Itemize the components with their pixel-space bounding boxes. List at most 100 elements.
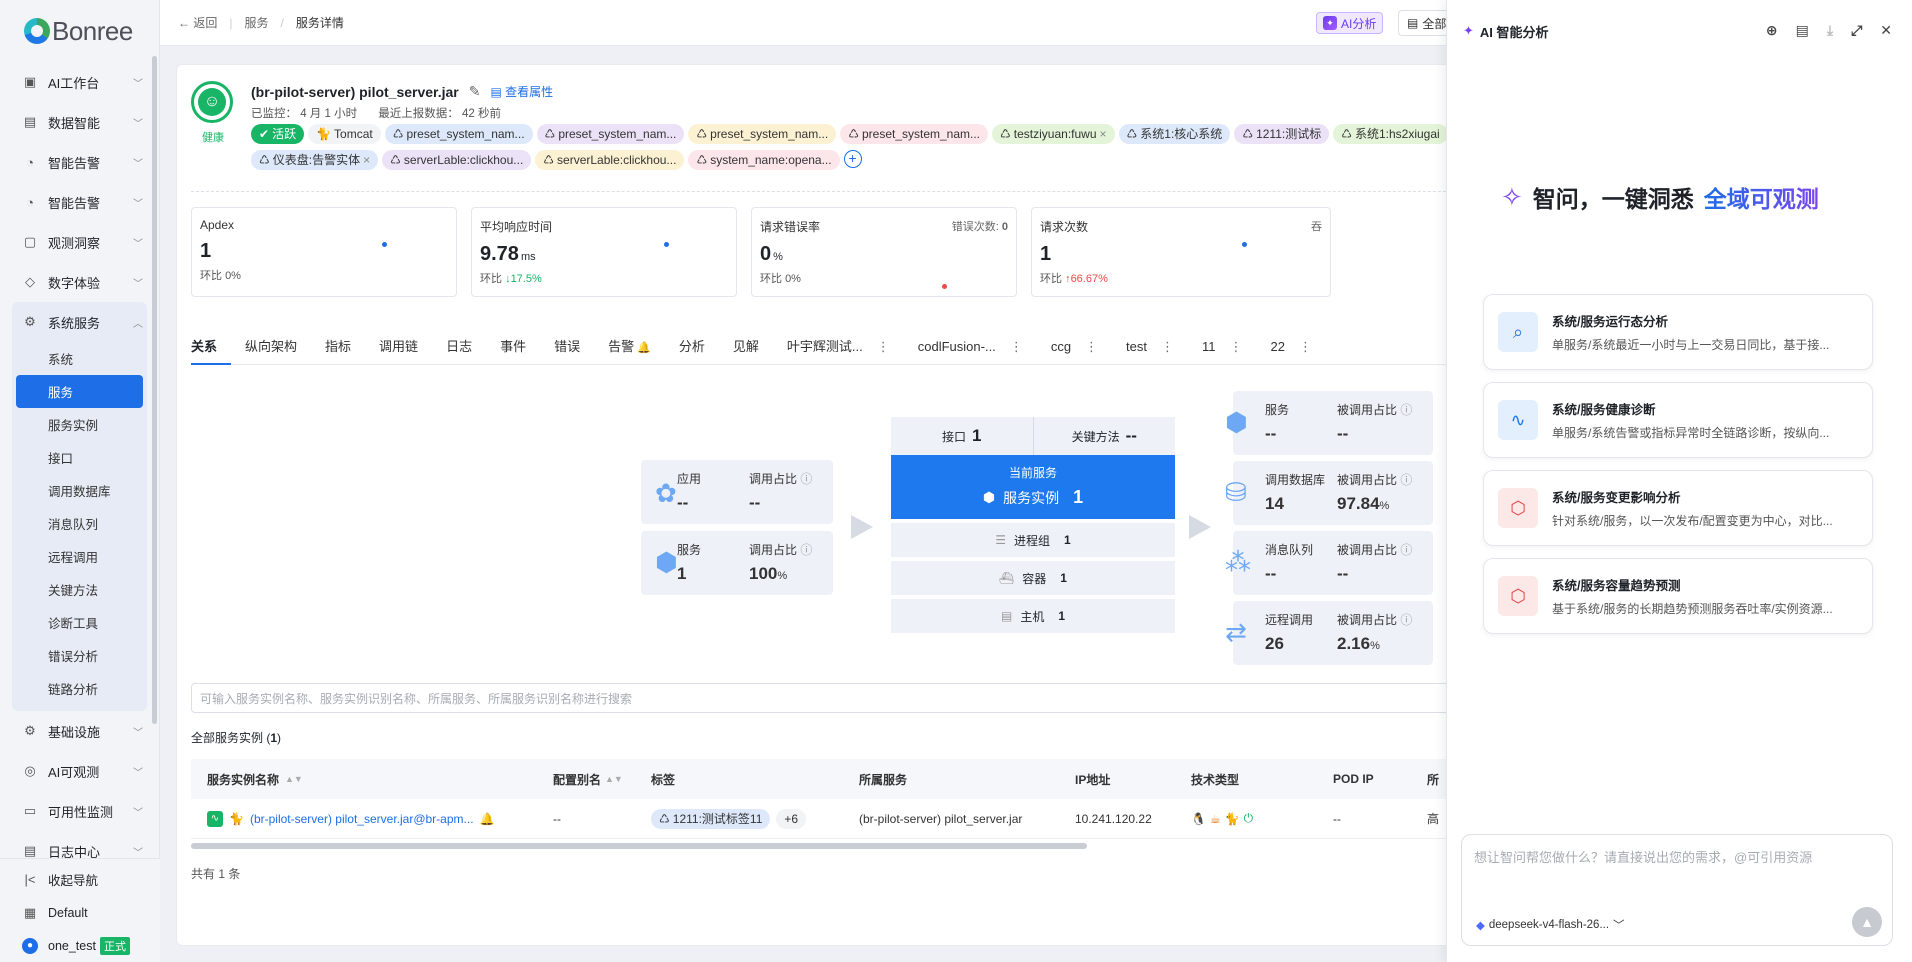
add-tag-button[interactable]: + bbox=[843, 150, 862, 168]
tab-7[interactable]: 告警 🔔 bbox=[594, 329, 665, 365]
table-horizontal-scrollbar[interactable] bbox=[191, 843, 1087, 849]
ai-analysis-button[interactable]: ✦ AI分析 bbox=[1316, 12, 1384, 34]
sub-item-interface[interactable]: 接口 bbox=[12, 441, 147, 474]
collapse-nav-button[interactable]: |< 收起导航 bbox=[0, 863, 160, 896]
service-tag[interactable]: ♺ 仪表盘:告警实体 × bbox=[251, 150, 379, 170]
skill-card-capacity[interactable]: ⬡ 系统/服务容量趋势预测 基于系统/服务的长期趋势预测服务吞吐率/实例资源... bbox=[1483, 558, 1873, 634]
tab-10[interactable]: 叶宇辉测试... ⋮ bbox=[773, 329, 904, 365]
new-chat-icon[interactable]: ⊕ bbox=[1766, 22, 1778, 39]
service-tag[interactable]: ✔ 活跃 bbox=[251, 124, 305, 144]
key-method-count[interactable]: 关键方法 -- bbox=[1032, 417, 1176, 455]
download-icon[interactable]: ⤓ bbox=[1827, 22, 1833, 39]
more-icon[interactable]: ⋮ bbox=[1230, 339, 1243, 354]
expand-icon[interactable]: ⤢ bbox=[1851, 22, 1862, 39]
breadcrumb-service[interactable]: 服务 bbox=[244, 14, 268, 31]
close-icon[interactable]: × bbox=[363, 150, 370, 170]
service-tag[interactable]: ♺ preset_system_nam... bbox=[536, 124, 685, 144]
kpi-request-count[interactable]: 请求次数 吞 1 环比 ↑66.67% bbox=[1031, 207, 1331, 297]
container-row[interactable]: ⛴ 容器 1 bbox=[891, 561, 1175, 595]
nav-item-ai-observe[interactable]: ◎ AI可观测 ﹀ bbox=[0, 751, 159, 791]
tab-2[interactable]: 指标 bbox=[311, 329, 365, 365]
nav-item-smart-alert[interactable]: ◔ 智能告警 ﹀ bbox=[0, 142, 159, 182]
table-row[interactable]: ∿ 🐈 (br-pilot-server) pilot_server.jar@br-… bbox=[191, 799, 1481, 839]
tag-more[interactable]: +6 bbox=[776, 808, 807, 829]
sub-item-trace[interactable]: 链路分析 bbox=[12, 672, 147, 705]
more-icon[interactable]: ⋮ bbox=[877, 339, 890, 354]
tab-8[interactable]: 分析 bbox=[665, 329, 719, 365]
sub-item-method[interactable]: 关键方法 bbox=[12, 573, 147, 606]
host-row[interactable]: ▤ 主机 1 bbox=[891, 599, 1175, 633]
more-icon[interactable]: ⋮ bbox=[1085, 339, 1098, 354]
nav-item-infra[interactable]: ⚙ 基础设施 ﹀ bbox=[0, 711, 159, 751]
service-tag[interactable]: ♺ serverLable:clickhou... bbox=[382, 150, 532, 170]
close-icon[interactable]: × bbox=[1100, 124, 1107, 144]
chat-input[interactable]: 想让智问帮您做什么？请直接说出您的需求，@可引用资源 ◆ deepseek-v4-… bbox=[1461, 834, 1893, 946]
sub-item-system[interactable]: 系统 bbox=[12, 342, 147, 375]
info-icon[interactable]: ⓘ bbox=[800, 543, 812, 557]
instance-link[interactable]: (br-pilot-server) pilot_server.jar@br-ap… bbox=[250, 812, 474, 826]
sidebar-scrollbar[interactable] bbox=[152, 56, 157, 724]
kpi-avg-response[interactable]: 平均响应时间 9.78 ms 环比 ↓17.5% bbox=[471, 207, 737, 297]
skill-card-health[interactable]: ∿ 系统/服务健康诊断 单服务/系统告警或指标异常时全链路诊断，按纵向... bbox=[1483, 382, 1873, 458]
service-tag[interactable]: ♺ preset_system_nam... bbox=[688, 124, 837, 144]
sub-item-diag[interactable]: 诊断工具 bbox=[12, 606, 147, 639]
service-tag[interactable]: ♺ 系统1:核心系统 bbox=[1118, 124, 1231, 144]
instance-search-input[interactable]: 可输入服务实例名称、服务实例识别名称、所属服务、所属服务识别名称进行搜索 bbox=[191, 683, 1481, 713]
tab-1[interactable]: 纵向架构 bbox=[231, 329, 311, 365]
nav-item-availability[interactable]: ▭ 可用性监测 ﹀ bbox=[0, 791, 159, 831]
service-tag[interactable]: ♺ serverLable:clickhou... bbox=[535, 150, 685, 170]
tab-5[interactable]: 事件 bbox=[486, 329, 540, 365]
service-tag[interactable]: ♺ 系统1:hs2xiugai bbox=[1333, 124, 1448, 144]
col-alias[interactable]: 配置别名 ▲▼ bbox=[553, 771, 651, 788]
current-service-box[interactable]: 当前服务 ⬢ 服务实例 1 bbox=[891, 455, 1175, 519]
sort-icon[interactable]: ▲▼ bbox=[605, 774, 623, 784]
kpi-error-rate[interactable]: 请求错误率 错误次数: 0 0% 环比 0% bbox=[751, 207, 1017, 297]
topo-database[interactable]: ⛁ 调用数据库 14 被调用占比 ⓘ 97.84% bbox=[1225, 461, 1433, 525]
kpi-apdex[interactable]: Apdex 1 环比 0% bbox=[191, 207, 457, 297]
topo-remote[interactable]: ⇄ 远程调用 26 被调用占比 ⓘ 2.16% bbox=[1225, 601, 1433, 665]
tab-6[interactable]: 错误 bbox=[540, 329, 594, 365]
topo-mq[interactable]: ⁂ 消息队列 -- 被调用占比 ⓘ -- bbox=[1225, 531, 1433, 595]
tab-9[interactable]: 见解 bbox=[719, 329, 773, 365]
service-tag[interactable]: ♺ system_name:opena... bbox=[688, 150, 840, 170]
workspace-switch[interactable]: ▦ Default bbox=[0, 896, 160, 929]
tab-11[interactable]: codlFusion-... ⋮ bbox=[904, 329, 1037, 365]
back-link[interactable]: ← 返回 bbox=[178, 14, 217, 31]
info-icon[interactable]: ⓘ bbox=[1400, 543, 1412, 557]
tab-4[interactable]: 日志 bbox=[432, 329, 486, 365]
nav-item-ai-workbench[interactable]: ▣ AI工作台 ﹀ bbox=[0, 62, 159, 102]
service-tag[interactable]: ♺ testziyuan:fuwu × bbox=[992, 124, 1115, 144]
history-icon[interactable]: ▤ bbox=[1796, 22, 1809, 39]
sub-item-instance[interactable]: 服务实例 bbox=[12, 408, 147, 441]
row-tag[interactable]: ♺ 1211:测试标签11 bbox=[651, 808, 771, 829]
nav-item-digital-exp[interactable]: ◇ 数字体验 ﹀ bbox=[0, 262, 159, 302]
user-menu[interactable]: ● one_test 正式 bbox=[0, 929, 160, 962]
brand-logo[interactable]: Bonree bbox=[0, 0, 159, 62]
close-icon[interactable]: ✕ bbox=[1880, 22, 1892, 39]
nav-item-data-intel[interactable]: ▤ 数据智能 ﹀ bbox=[0, 102, 159, 142]
topo-service[interactable]: ⬢ 服务 1 调用占比 ⓘ 100% bbox=[641, 531, 833, 595]
info-icon[interactable]: ⓘ bbox=[1400, 403, 1412, 417]
bell-icon[interactable]: 🔔 bbox=[480, 812, 495, 826]
nav-item-smart-alert-2[interactable]: ◔ 智能告警 ﹀ bbox=[0, 182, 159, 222]
service-tag[interactable]: ♺ preset_system_nam... bbox=[840, 124, 989, 144]
tab-12[interactable]: ccg ⋮ bbox=[1037, 329, 1112, 365]
skill-card-runtime[interactable]: ⌕ 系统/服务运行态分析 单服务/系统最近一小时与上一交易日同比，基于接... bbox=[1483, 294, 1873, 370]
tab-14[interactable]: 11 ⋮ bbox=[1188, 329, 1257, 365]
nav-item-insight[interactable]: ▢ 观测洞察 ﹀ bbox=[0, 222, 159, 262]
edit-icon[interactable]: ✎ bbox=[469, 83, 481, 100]
info-icon[interactable]: ⓘ bbox=[800, 472, 812, 486]
interface-count[interactable]: 接口 1 bbox=[891, 417, 1033, 455]
more-icon[interactable]: ⋮ bbox=[1161, 339, 1174, 354]
service-tag[interactable]: 🐈 Tomcat bbox=[308, 124, 381, 144]
info-icon[interactable]: ⓘ bbox=[1400, 613, 1412, 627]
service-tag[interactable]: ♺ preset_system_nam... bbox=[384, 124, 533, 144]
topo-called-service[interactable]: ⬢ 服务 -- 被调用占比 ⓘ -- bbox=[1225, 391, 1433, 455]
tab-13[interactable]: test ⋮ bbox=[1112, 329, 1188, 365]
col-instance-name[interactable]: 服务实例名称 ▲▼ bbox=[191, 771, 553, 788]
sub-item-mq[interactable]: 消息队列 bbox=[12, 507, 147, 540]
more-icon[interactable]: ⋮ bbox=[1010, 339, 1023, 354]
view-properties-link[interactable]: ▤ 查看属性 bbox=[490, 83, 553, 100]
sort-icon[interactable]: ▲▼ bbox=[285, 774, 303, 784]
sub-item-service[interactable]: 服务 bbox=[16, 375, 143, 408]
